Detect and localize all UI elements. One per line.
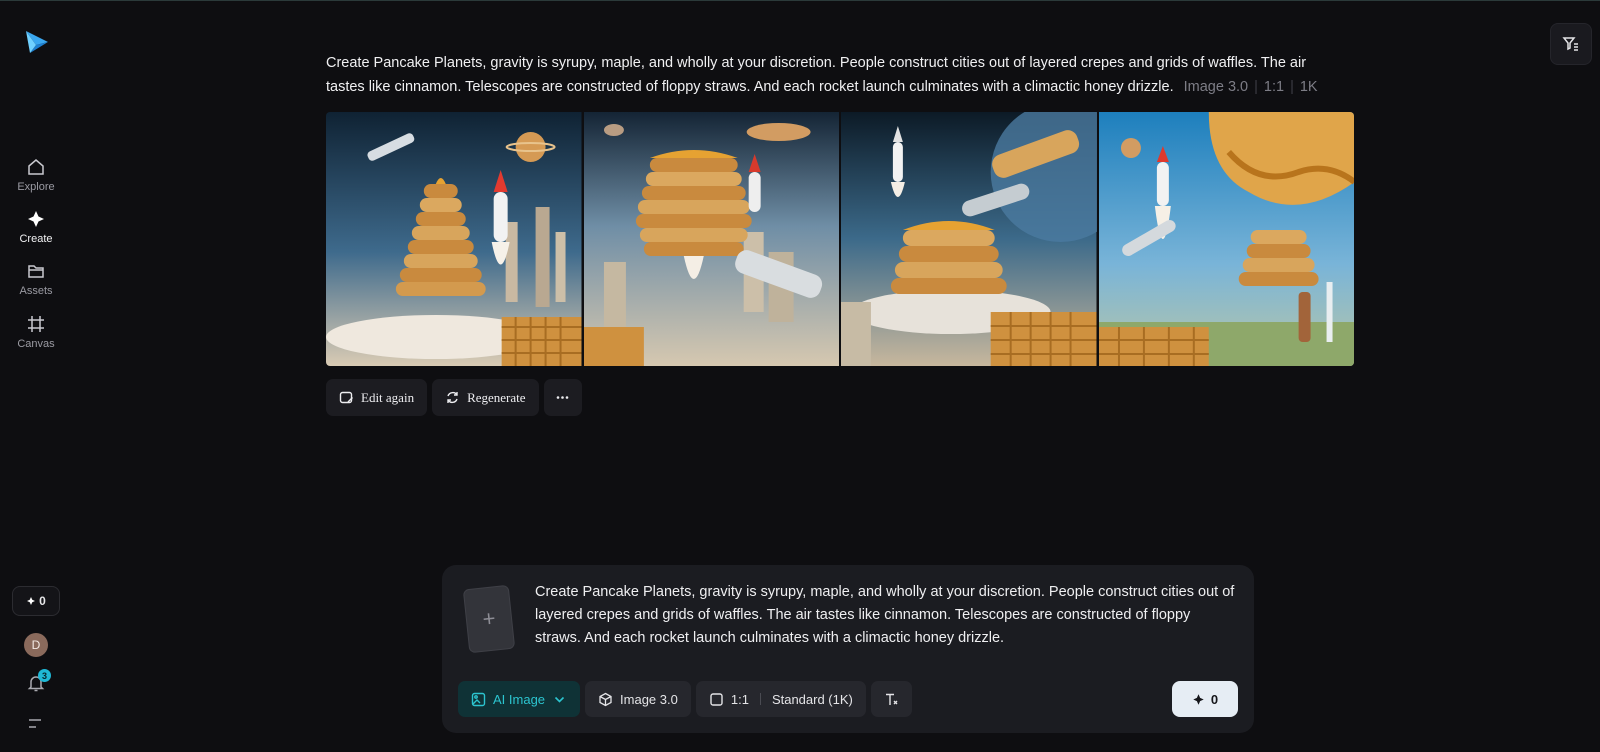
app-logo-icon[interactable] [24,29,50,55]
more-options-button[interactable] [543,379,582,416]
composer-toolbar: AI Image Image 3.0 1:1 Standard (1K) [458,681,912,717]
sidebar-item-explore[interactable]: Explore [0,157,72,193]
model-selector[interactable]: Image 3.0 [585,681,691,717]
notification-badge: 3 [38,669,51,682]
mode-label: AI Image [493,691,546,707]
sidebar-item-canvas[interactable]: Canvas [0,314,72,350]
sparkle-icon [27,597,36,605]
sparkle-icon [1193,693,1204,705]
quality-label: Standard (1K) [771,691,853,707]
credits-count: 0 [39,594,46,608]
image-actions: Edit again Regenerate [326,379,582,416]
generate-cost: 0 [1210,691,1219,707]
regenerate-label: Regenerate [467,389,526,405]
ratio-quality-selector[interactable]: 1:1 Standard (1K) [695,681,866,717]
sidebar-item-create[interactable]: Create [0,209,72,245]
prompt-composer: + Create Pancake Planets, gravity is syr… [442,565,1254,733]
square-icon [710,692,723,706]
mode-selector[interactable]: AI Image [458,681,581,717]
cube-icon [599,692,612,706]
filter-button[interactable] [1550,23,1592,65]
filter-icon [1562,37,1578,51]
home-icon [28,159,44,175]
chevron-down-icon [554,696,565,703]
text-style-button[interactable] [870,681,912,717]
sidebar-item-label: Assets [19,285,53,297]
text-format-icon [885,693,898,705]
plus-icon: + [481,605,497,632]
frame-icon [28,316,44,332]
edit-again-label: Edit again [361,389,415,405]
folder-icon [28,265,44,278]
ratio-label: 1:1 [730,691,749,707]
image-icon [471,692,486,706]
edit-icon [339,391,353,404]
sidebar-item-label: Canvas [17,338,55,350]
edit-again-button[interactable]: Edit again [326,379,428,416]
credits-pill[interactable]: 0 [12,586,60,616]
menu-icon[interactable] [28,717,44,731]
generated-image-3[interactable] [841,112,1097,366]
sparkle-icon [28,211,44,227]
refresh-icon [447,391,458,404]
sidebar-item-assets[interactable]: Assets [0,261,72,297]
generate-button[interactable]: 0 [1172,681,1238,717]
avatar[interactable]: D [24,633,48,657]
generated-image-2[interactable] [583,112,839,366]
model-label: Image 3.0 [620,691,678,707]
sidebar-item-label: Explore [17,181,55,193]
generated-images [326,112,1354,366]
prompt-model: Image 3.0 [1183,79,1249,95]
generation-prompt: Create Pancake Planets, gravity is syrup… [326,55,1318,95]
prompt-ratio: 1:1 [1263,79,1285,95]
sidebar-item-label: Create [19,233,53,245]
prompt-input[interactable]: Create Pancake Planets, gravity is syrup… [535,581,1235,650]
prompt-resolution: 1K [1299,79,1318,95]
generated-image-1[interactable] [326,112,582,366]
more-icon [556,396,569,399]
generated-image-4[interactable] [1098,112,1354,366]
upload-reference-button[interactable]: + [462,584,516,654]
prompt-text: Create Pancake Planets, gravity is syrup… [326,55,1307,95]
regenerate-button[interactable]: Regenerate [432,379,539,416]
divider [759,693,761,705]
